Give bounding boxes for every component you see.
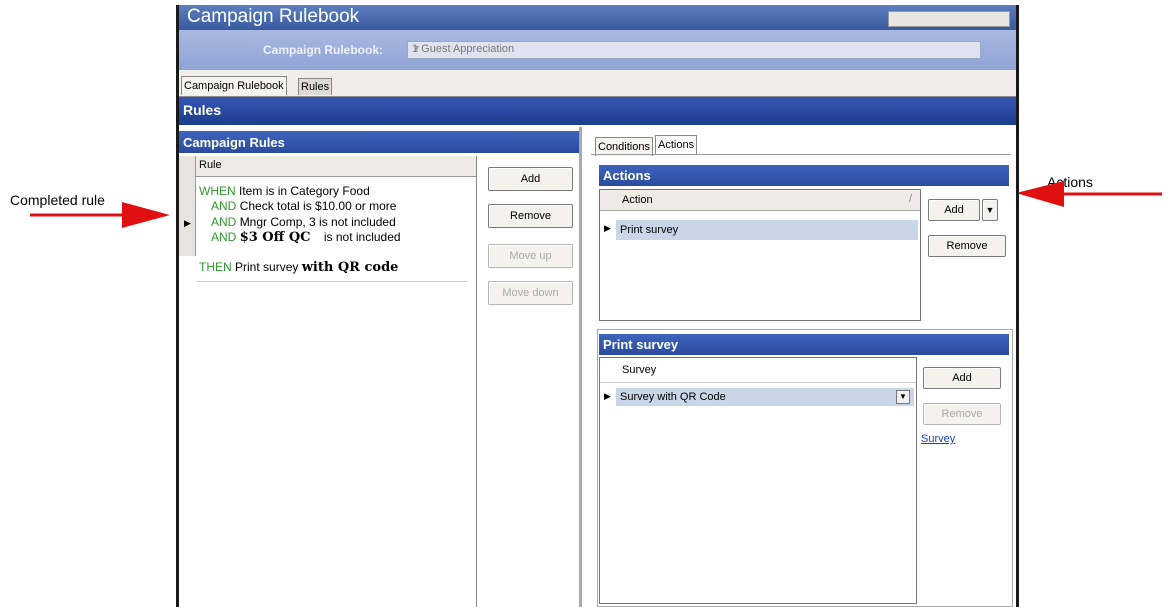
move-up-button[interactable]: Move up xyxy=(488,244,573,268)
remove-survey-button[interactable]: Remove xyxy=(923,403,1001,425)
survey-dropdown-button[interactable]: ▼ xyxy=(896,390,910,404)
red-arrow-right-icon xyxy=(30,202,170,228)
rule-line-then: THEN Print survey with QR code xyxy=(199,260,398,275)
section-title: Rules xyxy=(183,102,222,118)
rulebook-dropdown[interactable]: 1 Guest Appreciation ▼ xyxy=(407,41,981,59)
row-pointer-icon: ▶ xyxy=(184,218,191,228)
chevron-down-icon: ▼ xyxy=(412,43,421,53)
title-bar: Campaign Rulebook xyxy=(179,5,1016,30)
survey-column-header: Survey xyxy=(622,364,657,376)
survey-link[interactable]: Survey xyxy=(921,433,955,445)
row-header-column: ▶ xyxy=(179,156,196,256)
rule-bold-text: with QR code xyxy=(301,260,399,275)
rule-condition-text: Mngr Comp, 3 is not included xyxy=(239,215,396,229)
rule-condition-text: is not included xyxy=(323,230,401,244)
campaign-rules-header: Campaign Rules xyxy=(179,131,579,153)
tab-divider xyxy=(591,154,1011,155)
add-action-dropdown[interactable]: ▼ xyxy=(982,199,998,221)
survey-row-text: Survey with QR Code xyxy=(620,391,726,403)
actions-grid-header: Action / xyxy=(600,190,920,211)
survey-row[interactable]: Survey with QR Code ▼ xyxy=(616,388,914,406)
rule-line-and-3: AND $3 Off QC is not included xyxy=(211,230,401,245)
rules-section-header: Rules xyxy=(179,97,1016,125)
add-rule-button[interactable]: Add xyxy=(488,167,573,191)
rule-line-and-1: AND Check total is $10.00 or more xyxy=(211,199,396,213)
red-arrow-left-icon xyxy=(1016,181,1162,207)
remove-action-button[interactable]: Remove xyxy=(928,235,1006,257)
move-down-button[interactable]: Move down xyxy=(488,281,573,305)
action-row[interactable]: Print survey xyxy=(616,220,918,240)
rule-bold-text: $3 Off QC xyxy=(239,230,311,245)
rule-details-pane: Conditions Actions Actions Action / Prin… xyxy=(591,127,1016,607)
campaign-rules-pane: Campaign Rules Rule ▶ WHEN Item is in Ca… xyxy=(179,127,582,607)
app-window: Campaign Rulebook Campaign Rulebook: 1 G… xyxy=(176,5,1019,607)
campaign-rules-title: Campaign Rules xyxy=(183,135,285,150)
row-pointer-icon: ▶ xyxy=(604,223,611,233)
actions-grid: Action / Print survey ▶ xyxy=(599,189,921,321)
actions-panel-title: Actions xyxy=(603,168,651,183)
keyword-and: AND xyxy=(211,230,237,244)
chevron-down-icon: ▼ xyxy=(985,205,995,215)
tab-row: Campaign Rulebook Rules xyxy=(179,70,1016,97)
tab-actions[interactable]: Actions xyxy=(655,135,698,154)
rule-column-header: Rule xyxy=(199,159,222,171)
print-survey-header: Print survey xyxy=(599,334,1009,355)
print-survey-title: Print survey xyxy=(603,337,679,352)
tab-campaign-rulebook[interactable]: Campaign Rulebook xyxy=(181,76,287,95)
add-survey-button[interactable]: Add xyxy=(923,367,1001,389)
campaign-rules-grid: Rule ▶ WHEN Item is in Category Food AND… xyxy=(179,156,477,607)
actions-panel-header: Actions xyxy=(599,165,1009,186)
row-pointer-icon: ▶ xyxy=(604,391,611,401)
keyword-and: AND xyxy=(211,199,237,213)
rulebook-label: Campaign Rulebook: xyxy=(263,43,384,57)
tab-rules[interactable]: Rules xyxy=(298,78,333,95)
action-row-text: Print survey xyxy=(620,224,679,236)
keyword-then: THEN xyxy=(199,260,232,274)
survey-grid-header: Survey xyxy=(600,358,916,383)
rule-condition-text: Item is in Category Food xyxy=(239,184,370,198)
title-bar-box xyxy=(888,11,1010,27)
rule-condition-text: Check total is $10.00 or more xyxy=(239,199,397,213)
column-resize-icon: / xyxy=(908,193,912,205)
remove-rule-button[interactable]: Remove xyxy=(488,204,573,228)
action-column-header: Action xyxy=(622,194,653,206)
keyword-when: WHEN xyxy=(199,184,236,198)
survey-grid: Survey Survey with QR Code ▼ ▶ xyxy=(599,357,917,604)
rule-line-when: WHEN Item is in Category Food xyxy=(199,184,370,198)
add-action-button[interactable]: Add xyxy=(928,199,980,221)
grid-header: Rule xyxy=(179,156,476,177)
chevron-down-icon: ▼ xyxy=(899,392,907,401)
window-title: Campaign Rulebook xyxy=(187,6,360,27)
rule-line-and-2: AND Mngr Comp, 3 is not included xyxy=(211,215,396,229)
rule-divider xyxy=(197,281,467,282)
keyword-and: AND xyxy=(211,215,237,229)
rule-action-text: Print survey xyxy=(235,260,299,274)
rulebook-selector-bar: Campaign Rulebook: 1 Guest Appreciation … xyxy=(179,30,1016,70)
